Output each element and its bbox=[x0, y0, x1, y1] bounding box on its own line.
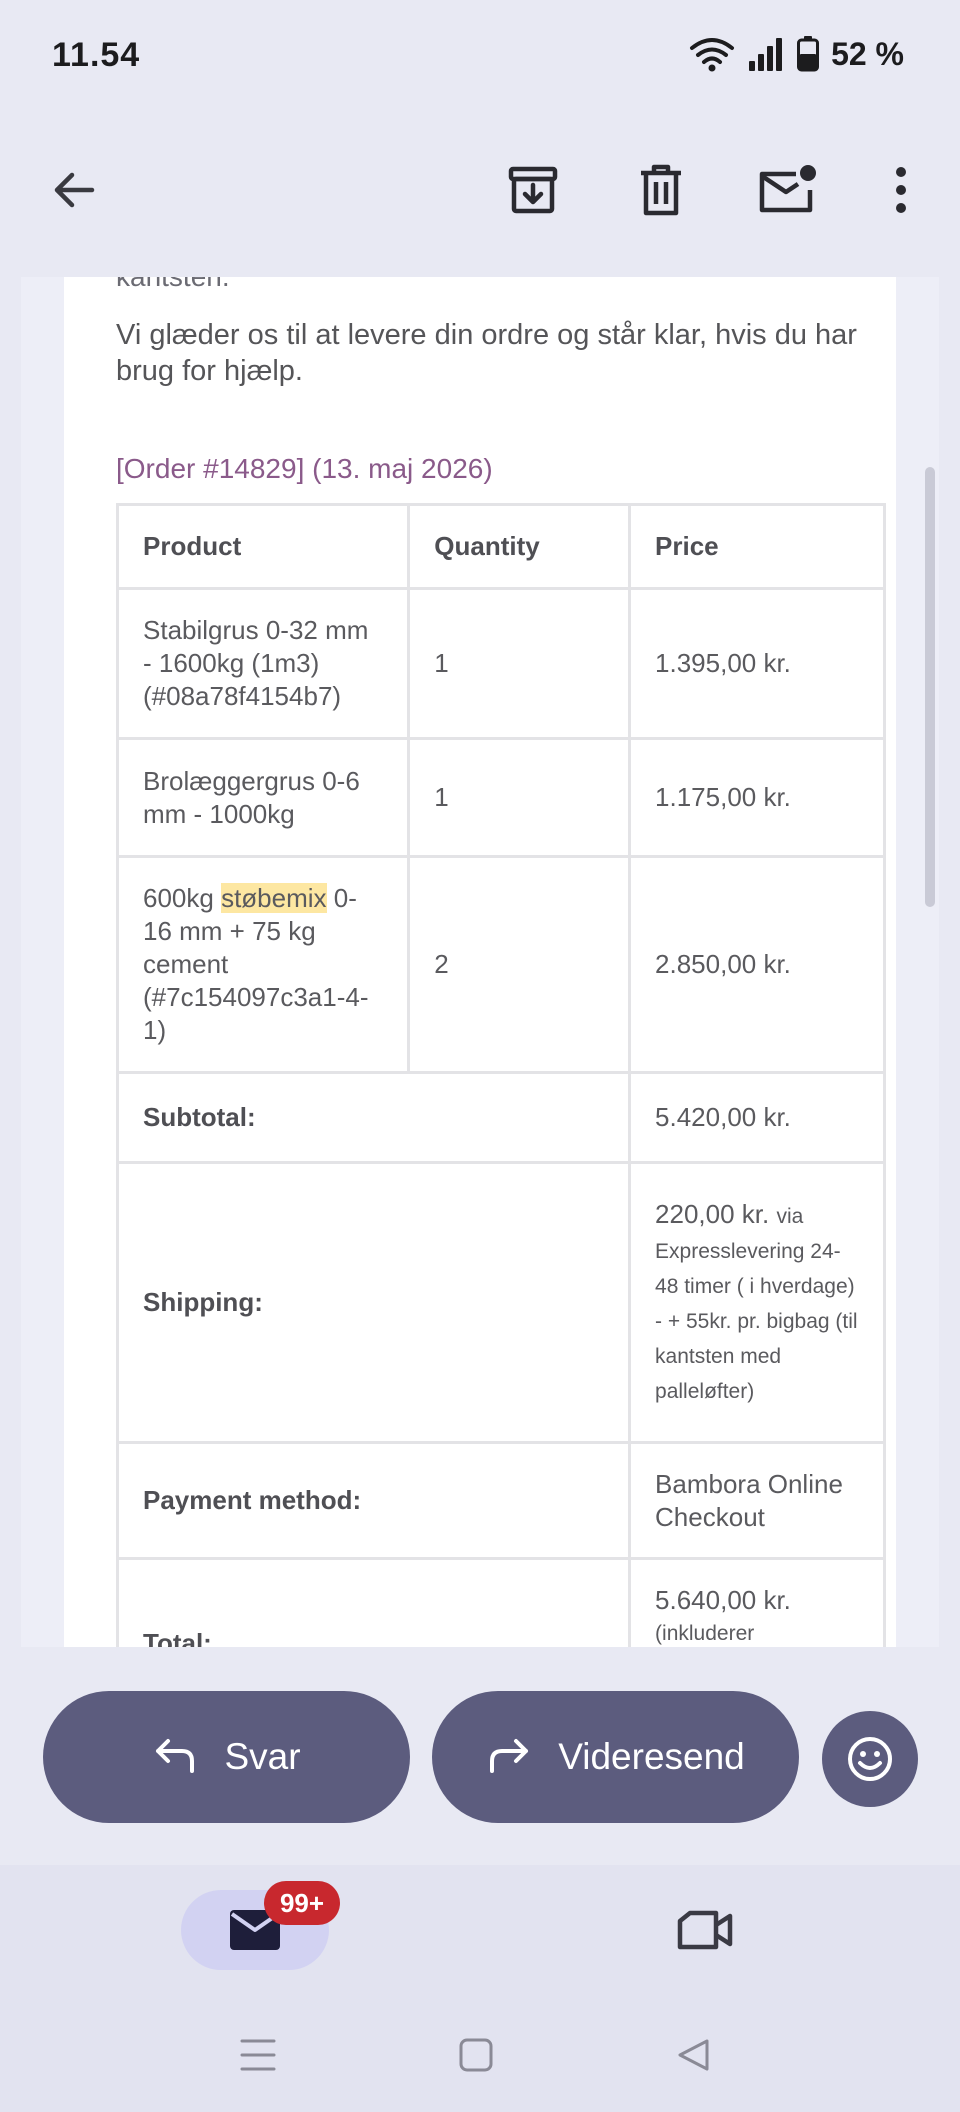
shipping-method: via Expresslevering 24-48 timer ( i hver… bbox=[655, 1204, 858, 1403]
table-row: Brolæggergrus 0-6 mm - 1000kg 1 1.175,00… bbox=[115, 737, 886, 858]
product-cell: Brolæggergrus 0-6 mm - 1000kg bbox=[115, 737, 411, 858]
battery-icon bbox=[797, 36, 820, 72]
video-camera-icon bbox=[677, 1910, 733, 1950]
status-time: 11.54 bbox=[52, 36, 141, 74]
status-icons: 52 % bbox=[689, 34, 904, 74]
viewport-gutter bbox=[21, 277, 64, 1647]
tab-meet[interactable] bbox=[665, 1890, 745, 1970]
price-cell: 1.395,00 kr. bbox=[628, 587, 886, 740]
search-highlight: støbemix bbox=[221, 883, 327, 913]
shipping-row: Shipping: 220,00 kr. via Expresslevering… bbox=[115, 1161, 886, 1444]
quantity-cell: 1 bbox=[407, 587, 632, 740]
delete-button[interactable] bbox=[621, 150, 701, 230]
product-cell: 600kg støbemix 0-16 mm + 75 kg cement (#… bbox=[115, 855, 411, 1074]
subtotal-value: 5.420,00 kr. bbox=[628, 1071, 886, 1164]
price-cell: 2.850,00 kr. bbox=[628, 855, 886, 1074]
email-viewport[interactable]: kantsten. Vi glæder os til at levere din… bbox=[21, 277, 939, 1647]
home-button[interactable] bbox=[436, 2020, 516, 2090]
table-row: Stabilgrus 0-32 mm - 1600kg (1m3) (#08a7… bbox=[115, 587, 886, 740]
header-product: Product bbox=[115, 503, 411, 590]
product-text: 600kg bbox=[143, 883, 222, 913]
header-quantity: Quantity bbox=[407, 503, 632, 590]
reply-icon bbox=[156, 1739, 195, 1773]
subtotal-row: Subtotal: 5.420,00 kr. bbox=[115, 1071, 886, 1164]
order-heading[interactable]: [Order #14829] (13. maj 2026) bbox=[116, 453, 493, 485]
forward-button[interactable]: Videresend bbox=[432, 1691, 799, 1823]
scrollbar[interactable] bbox=[925, 467, 935, 907]
total-label: Total: bbox=[115, 1557, 632, 1647]
email-intro: Vi glæder os til at levere din ordre og … bbox=[116, 319, 857, 387]
mark-unread-icon bbox=[759, 165, 816, 213]
order-table: Product Quantity Price Stabilgrus 0-32 m… bbox=[115, 503, 886, 1647]
archive-icon bbox=[508, 166, 558, 214]
forward-icon bbox=[490, 1739, 529, 1773]
wifi-icon bbox=[689, 36, 735, 72]
total-value-cell: 5.640,00 kr. (inkluderer bbox=[628, 1557, 886, 1647]
delete-icon bbox=[641, 164, 681, 216]
payment-value: Bambora Online Checkout bbox=[628, 1441, 886, 1560]
cutoff-text: kantsten. bbox=[116, 277, 230, 293]
shipping-value-cell: 220,00 kr. via Expresslevering 24-48 tim… bbox=[628, 1161, 886, 1444]
reply-label: Svar bbox=[224, 1736, 301, 1777]
product-cell: Stabilgrus 0-32 mm - 1600kg (1m3) (#08a7… bbox=[115, 587, 411, 740]
system-back-button[interactable] bbox=[653, 2020, 733, 2090]
table-row: 600kg støbemix 0-16 mm + 75 kg cement (#… bbox=[115, 855, 886, 1074]
menu-lines-icon bbox=[240, 2039, 276, 2071]
more-icon bbox=[896, 167, 906, 213]
payment-label: Payment method: bbox=[115, 1441, 632, 1560]
total-row: Total: 5.640,00 kr. (inkluderer bbox=[115, 1557, 886, 1647]
back-button[interactable] bbox=[34, 150, 114, 230]
quantity-cell: 2 bbox=[407, 855, 632, 1074]
price-cell: 1.175,00 kr. bbox=[628, 737, 886, 858]
more-options-button[interactable] bbox=[861, 150, 941, 230]
archive-button[interactable] bbox=[493, 150, 573, 230]
back-triangle-icon bbox=[678, 2039, 709, 2071]
total-note: (inkluderer bbox=[655, 1622, 755, 1645]
shipping-label: Shipping: bbox=[115, 1161, 632, 1444]
payment-row: Payment method: Bambora Online Checkout bbox=[115, 1441, 886, 1560]
total-value: 5.640,00 kr. bbox=[655, 1585, 791, 1615]
status-bar: 11.54 52 % bbox=[0, 0, 960, 112]
emoji-icon bbox=[848, 1737, 892, 1781]
quantity-cell: 1 bbox=[407, 737, 632, 858]
emoji-reaction-button[interactable] bbox=[822, 1711, 918, 1807]
forward-label: Videresend bbox=[558, 1736, 745, 1777]
subtotal-label: Subtotal: bbox=[115, 1071, 632, 1164]
recent-apps-button[interactable] bbox=[218, 2020, 298, 2090]
mark-unread-button[interactable] bbox=[748, 150, 828, 230]
back-arrow-icon bbox=[54, 172, 95, 208]
table-header-row: Product Quantity Price bbox=[115, 503, 886, 590]
reply-button[interactable]: Svar bbox=[43, 1691, 410, 1823]
header-price: Price bbox=[628, 503, 886, 590]
signal-icon bbox=[747, 37, 785, 71]
unread-count-badge: 99+ bbox=[264, 1881, 340, 1925]
email-body: kantsten. Vi glæder os til at levere din… bbox=[64, 277, 896, 1647]
battery-percent: 52 % bbox=[831, 35, 904, 72]
shipping-value: 220,00 kr. bbox=[655, 1198, 770, 1229]
home-square-icon bbox=[459, 2038, 493, 2072]
